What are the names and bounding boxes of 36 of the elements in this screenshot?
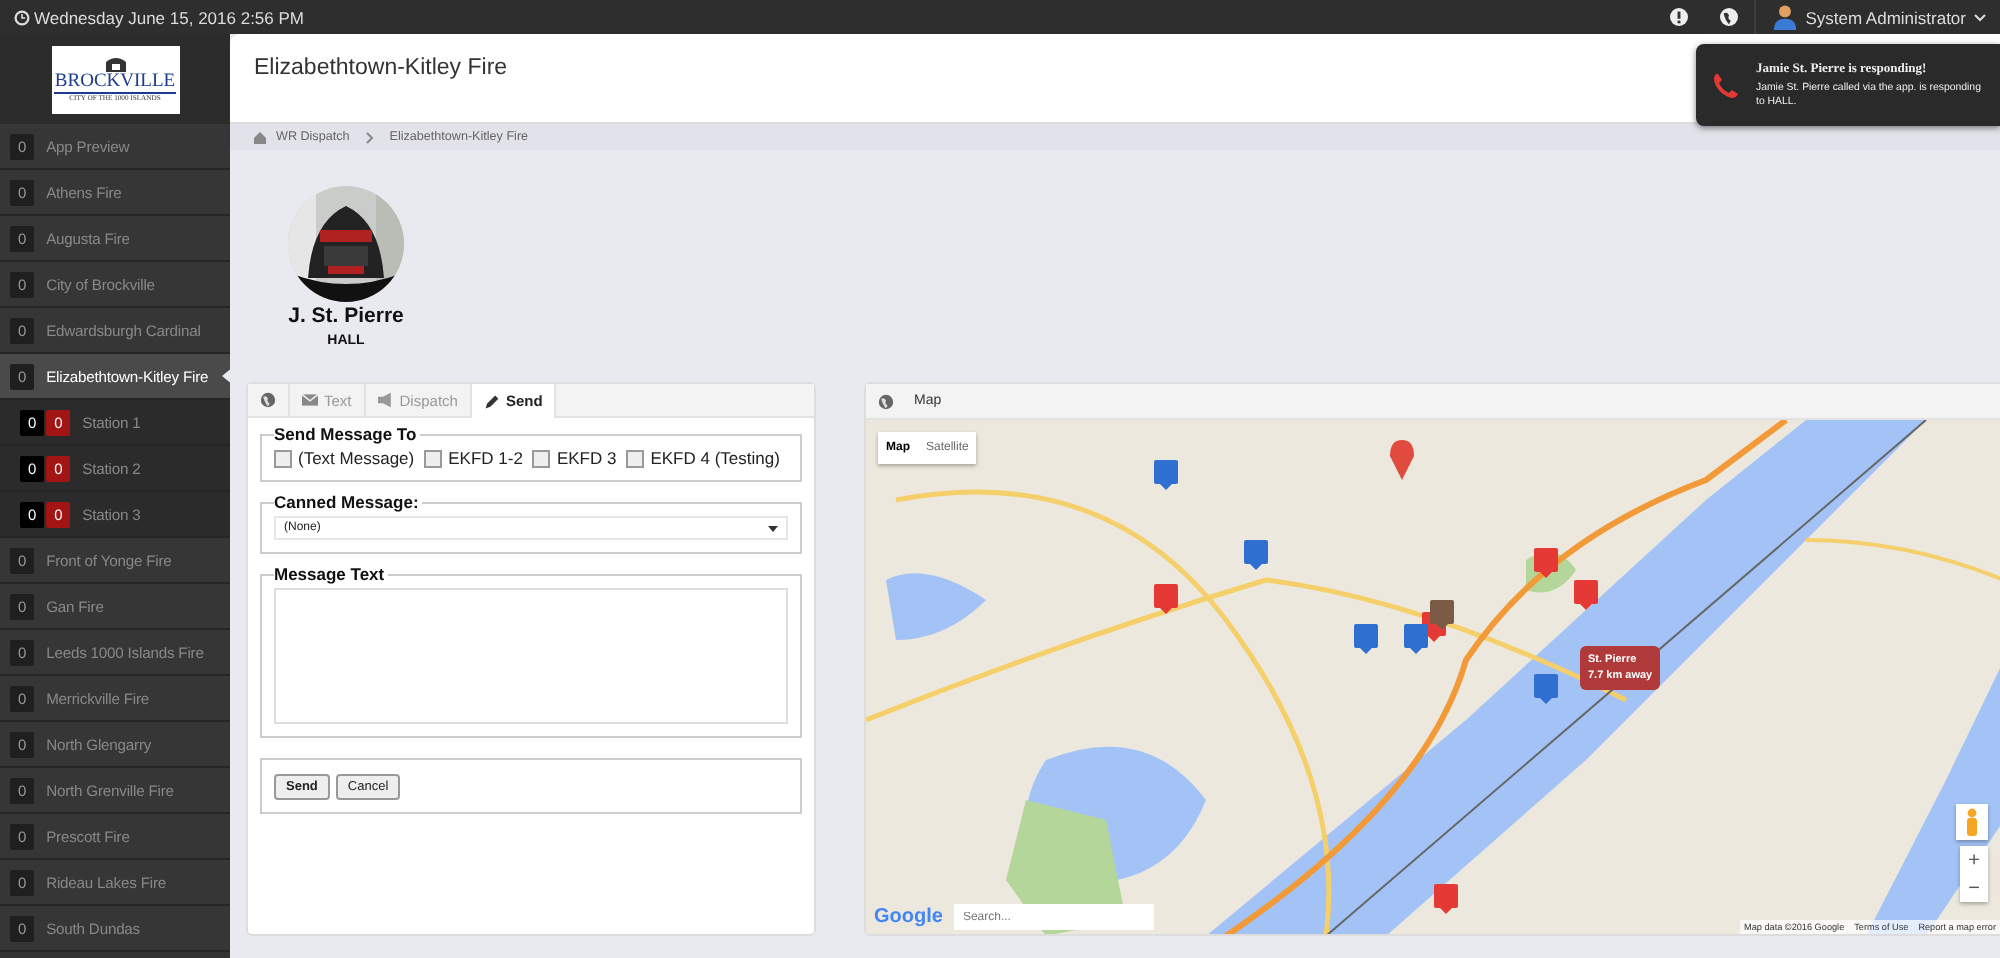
- person-name: J. St. Pierre: [288, 304, 404, 328]
- fieldset-legend: Canned Message:: [274, 492, 423, 512]
- checkbox-label[interactable]: EKFD 1-2: [448, 448, 523, 468]
- checkbox-label[interactable]: (Text Message): [298, 448, 415, 468]
- street-view-icon: [1964, 808, 1980, 836]
- home-icon: [254, 131, 266, 143]
- selection-pointer-icon: [222, 368, 230, 384]
- street-view-button[interactable]: [1956, 804, 1988, 840]
- date-time-text: Wednesday June 15, 2016 2:56 PM: [34, 7, 304, 27]
- provider-logo: Google: [874, 906, 943, 928]
- checkbox-label[interactable]: EKFD 4 (Testing): [650, 448, 780, 468]
- caret-icon: [1974, 13, 1986, 21]
- checkbox[interactable]: [532, 449, 551, 467]
- building-icon: [103, 55, 127, 71]
- globe-icon: [260, 392, 276, 408]
- caret-icon: [768, 525, 778, 531]
- user-avatar-icon: [1771, 4, 1798, 30]
- page-title: Elizabethtown-Kitley Fire: [254, 56, 508, 80]
- envelope-icon: [302, 392, 318, 408]
- pencil-icon: [483, 393, 500, 409]
- checkbox[interactable]: [424, 449, 443, 467]
- globe-icon: [878, 393, 894, 409]
- clock-icon: [14, 9, 30, 25]
- zoom-in-button[interactable]: +: [1960, 846, 1988, 874]
- fieldset-legend: Message Text: [274, 564, 389, 584]
- logo-name: BROCKVILLE: [54, 71, 176, 93]
- info-icon[interactable]: [1669, 8, 1688, 26]
- phone-icon: [1712, 71, 1740, 99]
- checkbox[interactable]: [274, 449, 292, 467]
- zoom-out-button[interactable]: −: [1960, 874, 1988, 902]
- globe-icon[interactable]: [1719, 8, 1738, 26]
- checkbox-label[interactable]: EKFD 3: [556, 448, 617, 468]
- megaphone-icon: [377, 392, 394, 408]
- fieldset-legend: Send Message To: [274, 424, 421, 444]
- chevron-icon: [365, 131, 374, 143]
- checkbox[interactable]: [626, 449, 645, 467]
